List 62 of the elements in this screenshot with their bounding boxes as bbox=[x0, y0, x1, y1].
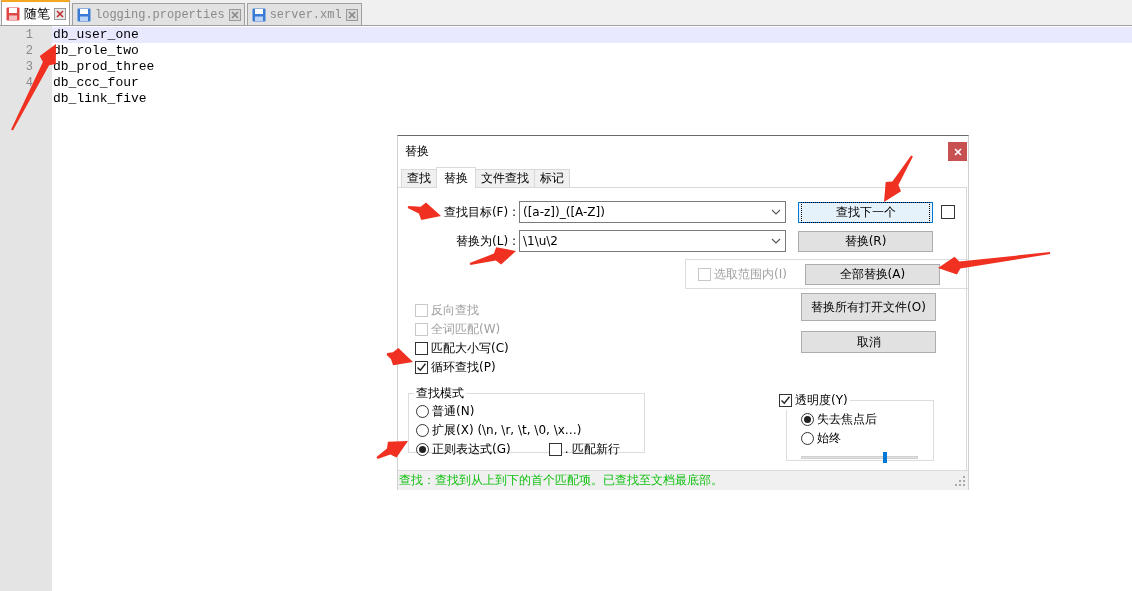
group-title: 查找模式 bbox=[415, 385, 465, 402]
dialog-button[interactable]: 查找下一个 bbox=[798, 201, 933, 223]
dialog-button[interactable]: 替换所有打开文件(O) bbox=[801, 293, 936, 321]
file-tab[interactable]: 随笔 bbox=[1, 0, 70, 25]
dialog-button[interactable]: 替换(R) bbox=[798, 230, 933, 252]
checkbox[interactable] bbox=[941, 205, 955, 219]
radio-button[interactable] bbox=[416, 405, 429, 418]
combo-box[interactable]: ([a-z])_([A-Z]) bbox=[519, 201, 786, 223]
radio-button[interactable] bbox=[416, 424, 429, 437]
field-label: 替换为(L) : bbox=[456, 233, 516, 248]
dialog-tab[interactable]: 文件查找 bbox=[475, 169, 535, 187]
checkbox-label: . 匹配新行 bbox=[564, 441, 621, 458]
annotation-arrow bbox=[469, 247, 516, 265]
radio-label: 正则表达式(G) bbox=[432, 441, 511, 458]
checkbox-label: 反向查找 bbox=[431, 302, 479, 319]
dialog-title: 替换 bbox=[405, 143, 429, 160]
annotation-arrow bbox=[407, 202, 441, 220]
field-label: 查找目标(F) : bbox=[443, 204, 516, 219]
checkbox[interactable] bbox=[415, 361, 428, 374]
checkbox-label: 透明度(Y) bbox=[795, 392, 848, 409]
resize-grip-icon[interactable] bbox=[955, 475, 965, 486]
checkbox[interactable] bbox=[779, 394, 792, 407]
close-button[interactable] bbox=[948, 142, 967, 161]
slider-track[interactable] bbox=[801, 452, 918, 464]
radio-label: 始终 bbox=[817, 430, 841, 447]
slider-thumb[interactable] bbox=[883, 452, 888, 463]
code-line: db_user_one bbox=[53, 27, 139, 43]
dialog-tab[interactable]: 替换 bbox=[436, 167, 476, 188]
line-number: 2 bbox=[25, 44, 33, 58]
code-line: db_link_five bbox=[53, 91, 147, 107]
close-icon[interactable] bbox=[345, 8, 358, 21]
annotation-arrow bbox=[386, 348, 413, 366]
checkbox[interactable] bbox=[415, 342, 428, 355]
dialog-tab[interactable]: 查找 bbox=[401, 169, 437, 187]
radio-label: 失去焦点后 bbox=[817, 411, 877, 428]
dropdown-chevron-icon[interactable] bbox=[771, 238, 781, 244]
code-line: db_prod_three bbox=[53, 59, 155, 75]
close-icon[interactable] bbox=[228, 8, 241, 21]
close-icon[interactable] bbox=[54, 7, 66, 20]
radio-label: 普通(N) bbox=[432, 403, 475, 420]
annotation-arrow bbox=[884, 155, 913, 202]
combo-box[interactable]: \1\u\2 bbox=[519, 230, 786, 252]
status-message: 查找：查找到从上到下的首个匹配项。已查找至文档最底部。 bbox=[399, 472, 723, 489]
line-number: 4 bbox=[25, 76, 33, 90]
radio-button[interactable] bbox=[801, 413, 814, 426]
checkbox-label: 匹配大小写(C) bbox=[431, 340, 509, 357]
dialog-tab[interactable]: 标记 bbox=[534, 169, 570, 187]
annotation-arrow bbox=[376, 441, 408, 459]
radio-button[interactable] bbox=[416, 443, 429, 456]
dialog-button[interactable]: 取消 bbox=[801, 331, 936, 353]
checkbox[interactable] bbox=[548, 443, 562, 456]
checkbox-label: 选取范围内(I) bbox=[714, 265, 787, 283]
checkbox-label: 循环查找(P) bbox=[431, 359, 496, 376]
line-number: 3 bbox=[25, 60, 33, 74]
radio-button[interactable] bbox=[801, 432, 814, 445]
dropdown-chevron-icon[interactable] bbox=[771, 209, 781, 215]
checkbox-label: 全词匹配(W) bbox=[431, 321, 501, 338]
close-icon bbox=[953, 147, 962, 156]
line-number: 1 bbox=[25, 28, 33, 42]
radio-label: 扩展(X) (\n, \r, \t, \0, \x…) bbox=[432, 422, 582, 439]
dialog-button[interactable]: 全部替换(A) bbox=[804, 263, 940, 285]
code-line: db_ccc_four bbox=[53, 75, 139, 91]
